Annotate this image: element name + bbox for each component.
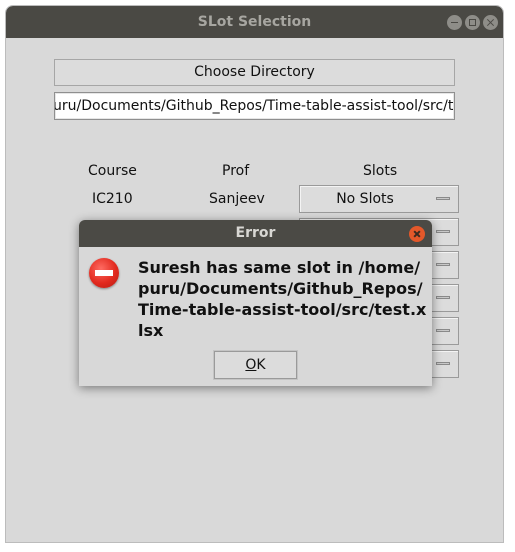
prof-cell: Sanjeev — [209, 191, 265, 207]
dropdown-indicator-icon — [436, 263, 450, 266]
close-icon[interactable] — [409, 226, 425, 242]
course-header: Course — [88, 163, 137, 179]
dropdown-indicator-icon — [436, 296, 450, 299]
directory-path-text: uru/Documents/Github_Repos/Time-table-as… — [54, 98, 455, 114]
slot-dropdown-value: No Slots — [336, 191, 394, 207]
dropdown-indicator-icon — [436, 197, 450, 200]
course-cell: IC210 — [92, 191, 133, 207]
dialog-title[interactable]: Error — [79, 220, 432, 247]
maximize-icon[interactable] — [465, 15, 480, 30]
minimize-icon[interactable] — [447, 15, 462, 30]
prof-header: Prof — [222, 163, 250, 179]
directory-path-field[interactable]: uru/Documents/Github_Repos/Time-table-as… — [54, 92, 455, 120]
slot-dropdown[interactable]: No Slots — [299, 185, 459, 213]
error-message: Suresh has same slot in /home/puru/Docum… — [138, 258, 427, 340]
error-icon — [89, 258, 119, 288]
slots-header: Slots — [363, 163, 398, 179]
close-icon[interactable] — [483, 15, 498, 30]
title-bar[interactable]: SLot Selection — [6, 6, 503, 38]
ok-button[interactable]: OK — [214, 351, 297, 379]
choose-directory-button[interactable]: Choose Directory — [54, 59, 455, 86]
error-dialog: Error Suresh has same slot in /home/puru… — [79, 220, 432, 386]
ok-mnemonic: O — [245, 357, 257, 373]
dropdown-indicator-icon — [436, 329, 450, 332]
ok-label: K — [256, 357, 266, 373]
dropdown-indicator-icon — [436, 362, 450, 365]
dropdown-indicator-icon — [436, 230, 450, 233]
window-title: SLot Selection — [197, 14, 312, 30]
